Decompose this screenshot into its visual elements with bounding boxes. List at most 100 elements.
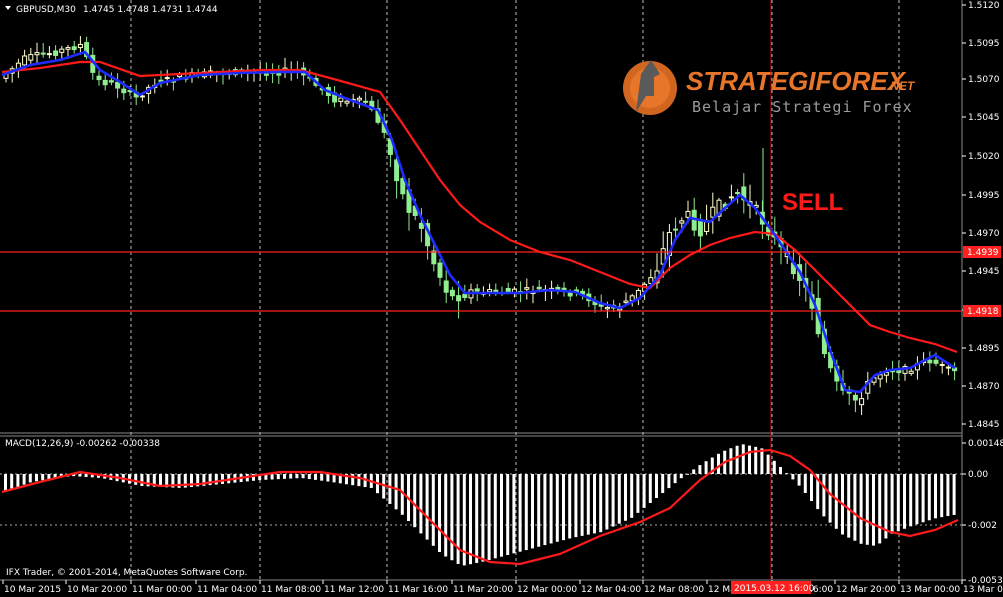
macd-bar <box>686 473 689 475</box>
crosshair-time-tag: 2015.03.12 16:00 <box>731 581 815 594</box>
candle-body <box>115 81 121 89</box>
candle-body <box>22 55 28 66</box>
macd-bar <box>599 474 603 533</box>
candle-body <box>623 300 629 304</box>
candle-body <box>524 287 530 290</box>
macd-bar <box>611 474 615 527</box>
macd-bar <box>394 474 398 510</box>
macd-bar <box>35 474 38 482</box>
macd-bar <box>314 474 317 480</box>
candle-body <box>877 374 883 380</box>
macd-bar <box>766 454 770 474</box>
macd-bar <box>952 474 956 515</box>
macd-bar <box>518 474 522 552</box>
candle-body <box>505 288 511 293</box>
macd-bar <box>927 474 931 521</box>
macd-bar <box>810 474 813 501</box>
macd-bar <box>301 474 305 479</box>
price-axis-label: 1.5095 <box>968 39 1000 49</box>
macd-bar <box>10 474 14 490</box>
macd-bar <box>896 474 900 532</box>
time-axis-label: 11 Mar 12:00 <box>324 585 384 595</box>
candle-body <box>121 88 127 94</box>
candle-body <box>437 262 443 278</box>
time-axis-label: 11 Mar 00:00 <box>132 585 192 595</box>
macd-axis-label: -0.002 <box>968 521 997 531</box>
candle-body <box>34 52 40 56</box>
macd-bar <box>946 474 950 517</box>
chart-window[interactable]: STRATEGIFOREX .NET Belajar Strategi Fore… <box>0 0 1003 597</box>
time-axis-label: 11 Mar 20:00 <box>453 585 513 595</box>
macd-bar <box>549 474 553 544</box>
candle-body <box>679 220 685 224</box>
svg-text:2015.03.12 16:00: 2015.03.12 16:00 <box>734 584 815 594</box>
macd-bar <box>803 474 807 493</box>
candle-body <box>697 219 703 237</box>
time-axis-label: 10 Mar 20:00 <box>67 585 127 595</box>
macd-bar <box>425 474 429 540</box>
macd-bar <box>283 474 286 479</box>
macd-bar <box>735 445 739 474</box>
macd-bar <box>289 474 293 479</box>
macd-bar <box>419 474 423 534</box>
macd-bar <box>276 474 280 480</box>
macd-bar <box>320 474 324 481</box>
macd-bar <box>630 474 634 518</box>
candle-body <box>28 54 34 61</box>
macd-bar <box>444 474 448 557</box>
candle-body <box>71 46 77 51</box>
candle-body <box>728 196 734 199</box>
macd-bar <box>791 474 795 480</box>
candle-body <box>338 97 344 102</box>
time-axis-label: 12 Mar 04:00 <box>581 585 641 595</box>
macd-label: MACD(12,26,9) -0.00262 -0.00338 <box>5 439 160 449</box>
macd-bar <box>568 474 572 539</box>
level-tag-upper: 1.4939 <box>963 246 1001 258</box>
macd-bar <box>580 474 584 536</box>
logo-name: STRATEGIFOREX <box>686 66 907 96</box>
time-axis-label: 11 Mar 08:00 <box>261 585 321 595</box>
candle-body <box>673 228 679 231</box>
candle-body <box>443 280 449 293</box>
svg-text:1.4939: 1.4939 <box>967 248 999 258</box>
price-axis-label: 1.4995 <box>968 191 1000 201</box>
macd-bar <box>878 474 882 544</box>
macd-bar <box>593 474 596 534</box>
macd-bar <box>537 474 541 547</box>
candle-body <box>394 159 400 182</box>
macd-bar <box>692 469 696 474</box>
macd-bar <box>617 474 621 524</box>
macd-bar <box>847 474 851 538</box>
candle-body <box>40 52 46 55</box>
macd-bar <box>512 474 516 554</box>
time-axis-label: 11 Mar 04:00 <box>197 585 257 595</box>
macd-bar <box>748 445 751 474</box>
macd-bar <box>481 474 485 562</box>
macd-bar <box>828 474 832 523</box>
macd-bar <box>586 474 590 535</box>
candle-body <box>102 79 108 86</box>
candle-body <box>139 95 145 98</box>
macd-bar <box>834 474 838 529</box>
macd-bar <box>903 474 906 529</box>
symbol-timeframe: GBPUSD,M30 <box>16 5 76 15</box>
macd-bar <box>772 460 776 474</box>
price-axis-label: 1.5120 <box>968 1 1000 11</box>
macd-bar <box>214 474 218 485</box>
candle-body <box>604 307 610 310</box>
macd-bar <box>295 474 299 479</box>
macd-axis-label: 0.00 <box>968 470 988 480</box>
macd-bar <box>822 474 826 517</box>
time-axis-label: 10 Mar 2015 <box>4 585 61 595</box>
macd-bar <box>865 474 869 545</box>
macd-bar <box>872 474 875 546</box>
candle-body <box>735 192 741 195</box>
macd-bar <box>717 453 720 474</box>
macd-bar <box>28 474 32 483</box>
macd-bar <box>853 474 857 541</box>
macd-axis-label: 0.00148 <box>968 439 1003 449</box>
price-axis-label: 1.5020 <box>968 152 1000 162</box>
candle-body <box>852 394 858 401</box>
price-axis-label: 1.4970 <box>968 229 1000 239</box>
candle-body <box>431 250 437 265</box>
